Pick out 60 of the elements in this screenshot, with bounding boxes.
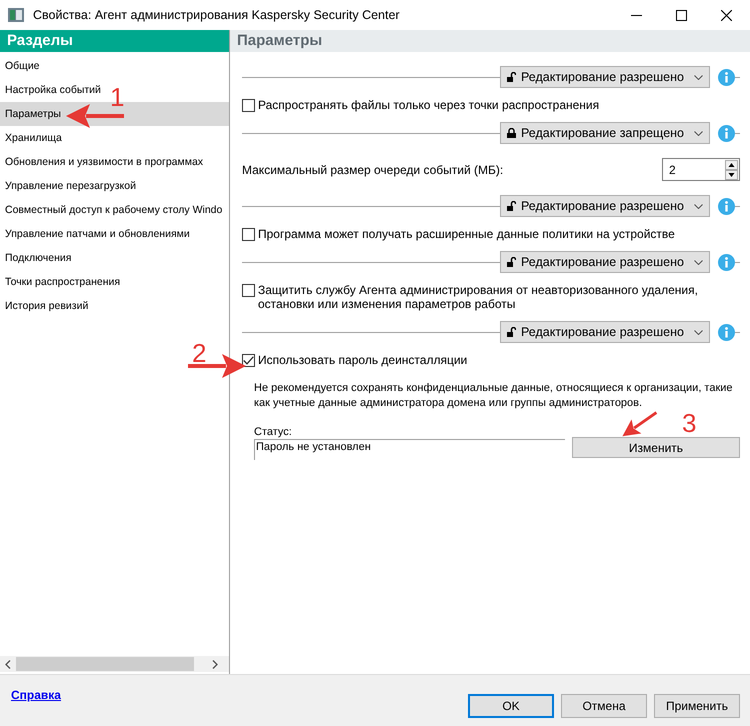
number-field[interactable]: 2 [662, 158, 740, 181]
spin-down-icon[interactable] [725, 170, 738, 180]
sidebar-item[interactable]: Точки распространения [5, 275, 120, 289]
checkbox-label: Использовать пароль деинсталляции [258, 353, 468, 367]
sidebar-item[interactable]: История ревизий [5, 299, 88, 313]
minimize-icon[interactable] [631, 14, 642, 16]
chevron-down-icon [694, 74, 703, 80]
spin-up-icon[interactable] [725, 160, 738, 170]
checkbox[interactable] [242, 228, 255, 241]
chevron-down-icon [694, 260, 703, 264]
dialog-button[interactable]: Отмена [561, 694, 647, 718]
checkbox-label: Распространять файлы только через точки распространения [258, 98, 600, 112]
sidebar-item[interactable]: Параметры [5, 107, 61, 121]
dialog-button[interactable]: Применить [654, 694, 740, 718]
maximize-icon[interactable] [676, 10, 687, 20]
policy-dropdown[interactable]: Редактирование разрешено [500, 321, 710, 343]
window-title: Свойства: Агент администрирования Kaspersky Security Center [33, 8, 401, 22]
annotation-number: 3 [682, 410, 696, 436]
checkbox-label: Защитить службу Агента администрирования от неавторизованного удаления, остановки или изменения параметров работы [258, 283, 699, 311]
chevron-down-icon [694, 330, 703, 334]
scroll-left-icon[interactable] [5, 660, 11, 668]
chevron-down-icon [694, 130, 703, 136]
sidebar-item[interactable]: Управление перезагрузкой [5, 179, 136, 193]
sidebar-item[interactable]: Подключения [5, 251, 72, 265]
close-icon[interactable] [721, 10, 732, 20]
checkbox[interactable] [242, 354, 255, 367]
unlocked-icon [507, 72, 516, 82]
sidebar-title: Разделы [0, 30, 229, 52]
horizontal-scrollbar[interactable] [0, 656, 229, 672]
status-label: Статус: [254, 425, 293, 439]
policy-dropdown[interactable]: Редактирование запрещено [500, 122, 710, 144]
policy-dropdown[interactable]: Редактирование разрешено [500, 251, 710, 273]
checkbox[interactable] [242, 99, 255, 112]
lock-icon [507, 128, 516, 138]
sidebar-item[interactable]: Общие [5, 59, 40, 73]
sidebar-item[interactable]: Обновления и уязвимости в программах [5, 155, 204, 169]
unlocked-icon [507, 257, 516, 267]
policy-dropdown[interactable]: Редактирование разрешено [500, 66, 710, 88]
sidebar-item[interactable]: Настройка событий [5, 83, 101, 97]
status-field: Пароль не установлен [254, 439, 565, 460]
policy-dropdown[interactable]: Редактирование разрешено [500, 195, 710, 217]
sidebar-item[interactable]: Хранилища [5, 131, 62, 145]
annotation-number: 1 [110, 84, 124, 110]
panel-title: Параметры [230, 30, 750, 52]
field-label: Максимальный размер очереди событий (МБ): [242, 162, 504, 176]
unlocked-icon [507, 327, 516, 337]
unlocked-icon [507, 201, 516, 211]
dialog-button[interactable]: OK [468, 694, 554, 718]
scroll-right-icon[interactable] [212, 660, 218, 668]
warning-note: Не рекомендуется сохранять конфиденциальные данные, относящиеся к организации, такие как учетные данные администратора домена или группы администраторов. [254, 381, 734, 411]
app-icon [8, 8, 24, 22]
check-icon [243, 356, 254, 365]
checkbox-label: Программа может получать расширенные данные политики на устройстве [258, 227, 675, 241]
annotation-number: 2 [192, 340, 206, 366]
sidebar-item[interactable]: Совместный доступ к рабочему столу Windo [5, 203, 222, 217]
checkbox[interactable] [242, 284, 255, 297]
help-link[interactable]: Справка [11, 688, 61, 702]
chevron-down-icon [694, 204, 703, 208]
change-button[interactable]: Изменить [572, 437, 740, 458]
sidebar-item[interactable]: Управление патчами и обновлениями [5, 227, 190, 241]
